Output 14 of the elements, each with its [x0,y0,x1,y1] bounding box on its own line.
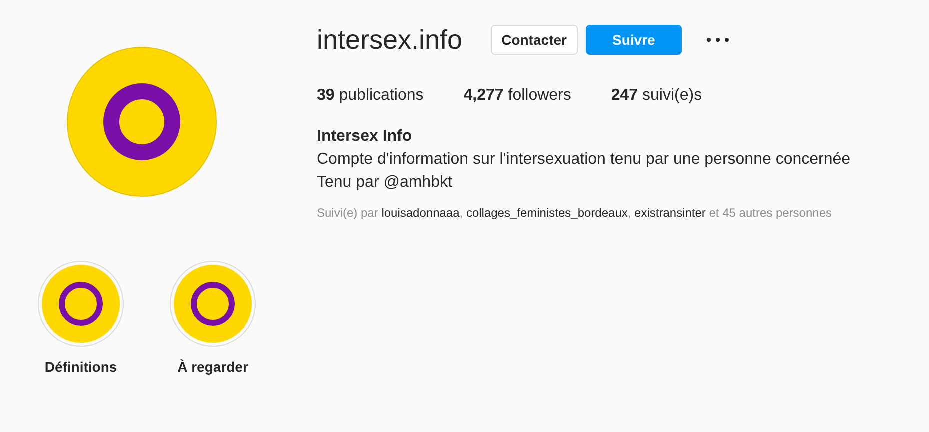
profile-stat[interactable]: 247 suivi(e)s [611,87,702,105]
profile-name: Intersex Info [317,128,414,146]
highlight-thumbnail[interactable] [38,261,124,347]
more-options-icon[interactable] [706,38,729,42]
bio-line: Tenu par @amhbkt [317,174,454,192]
highlight-label: À regarder [178,359,248,375]
username: intersex.info [317,24,463,56]
highlight-label: Définitions [44,359,118,375]
highlight-thumbnail[interactable] [170,261,256,347]
profile-stat[interactable]: 39 publications [317,87,424,105]
followed-by-text: Suivi(e) par louisadonnaaa, collages_feministes_bordeaux, existransinter et 45 autres personnes [317,206,834,220]
profile-stat[interactable]: 4,277 followers [464,87,572,105]
contact-button[interactable]: Contacter [490,25,578,55]
bio-line: Compte d'information sur l'intersexuation tenu par une personne concernée [317,151,851,169]
